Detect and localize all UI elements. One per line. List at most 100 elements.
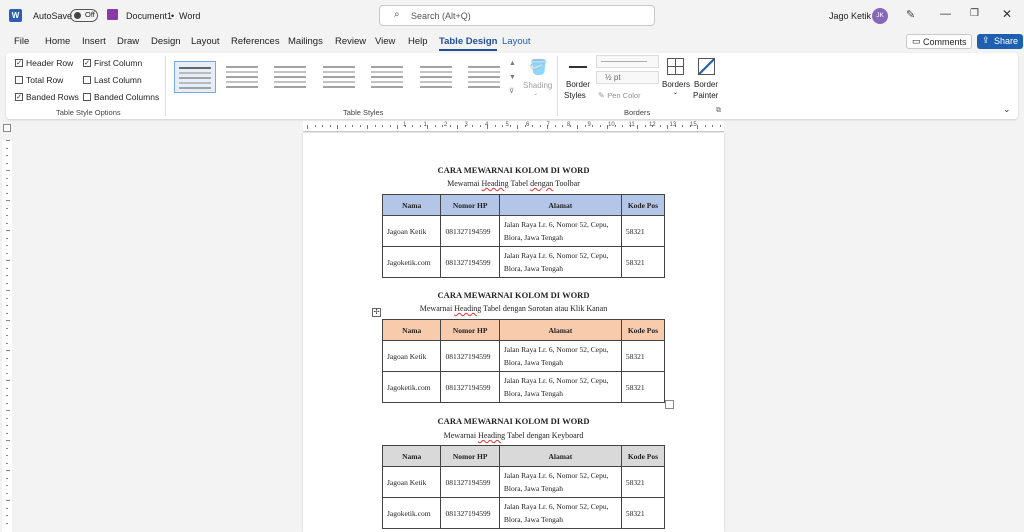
tab-help[interactable]: Help xyxy=(408,36,428,47)
ruler-tick xyxy=(637,125,638,129)
share-button[interactable]: ⇪ Share xyxy=(977,34,1023,49)
table-cell[interactable]: 58321 xyxy=(620,466,666,498)
table-cell[interactable]: Jalan Raya Lr. 6, Nomor 52, Cepu, Blora,… xyxy=(498,371,622,403)
table-cell[interactable]: Jagoan Ketik xyxy=(381,215,442,247)
data-table[interactable]: Nama Nomor HP Alamat Kode Pos Jagoan Ketik 08… xyxy=(381,445,666,529)
table-style-thumbnail[interactable] xyxy=(222,61,264,93)
vertical-ruler[interactable] xyxy=(2,140,12,532)
tab-view[interactable]: View xyxy=(375,36,395,47)
minimize-icon[interactable]: — xyxy=(940,8,951,20)
tab-mailings[interactable]: Mailings xyxy=(288,36,323,47)
document-page[interactable]: CARA MEWARNAI KOLOM DI WORD Mewarnai Hea… xyxy=(303,133,724,532)
pen-color-label: Pen Color xyxy=(607,91,641,100)
tab-table-layout[interactable]: Layout xyxy=(502,36,531,47)
first-column-checkbox[interactable]: ✓ First Column xyxy=(83,58,142,68)
table-header-cell[interactable]: Alamat xyxy=(498,194,622,216)
borders-button[interactable]: Borders ⌄ xyxy=(661,56,691,100)
table-style-thumbnail[interactable] xyxy=(367,61,409,93)
close-icon[interactable]: ✕ xyxy=(1002,7,1012,21)
search-input[interactable]: ⌕ Search (Alt+Q) xyxy=(379,5,655,26)
avatar[interactable]: JK xyxy=(872,8,888,24)
table-cell[interactable]: 081327194599 xyxy=(440,497,500,529)
tab-layout[interactable]: Layout xyxy=(191,36,220,47)
save-icon[interactable] xyxy=(107,9,118,20)
tab-references[interactable]: References xyxy=(231,36,280,47)
borders-group-label: Borders xyxy=(624,108,651,117)
dialog-launcher-icon[interactable]: ⧉ xyxy=(716,107,721,115)
tab-insert[interactable]: Insert xyxy=(82,36,106,47)
table-header-cell[interactable]: Nama xyxy=(381,445,442,467)
table-cell[interactable]: 081327194599 xyxy=(440,466,500,498)
pen-icon[interactable]: ✎ xyxy=(906,8,915,21)
table-cell[interactable]: Jagoketik.com xyxy=(381,246,442,278)
pen-color-button[interactable]: ✎ Pen Color xyxy=(598,90,641,102)
table-resize-handle[interactable] xyxy=(665,400,674,409)
table-cell[interactable]: Jagoketik.com xyxy=(381,497,442,529)
table-cell[interactable]: 081327194599 xyxy=(440,340,500,372)
table-style-thumbnail[interactable] xyxy=(464,61,506,93)
table-cell[interactable]: Jalan Raya Lr. 6, Nomor 52, Cepu, Blora,… xyxy=(498,466,622,498)
autosave-toggle[interactable]: Off xyxy=(70,9,98,24)
table-header-cell[interactable]: Nama xyxy=(381,194,442,216)
gallery-scroll-down-icon[interactable]: ▼ xyxy=(509,74,516,81)
data-table[interactable]: Nama Nomor HP Alamat Kode Pos Jagoan Ketik 08… xyxy=(381,194,666,278)
table-cell[interactable]: 58321 xyxy=(620,215,666,247)
line-style-select[interactable] xyxy=(596,55,659,68)
table-cell[interactable]: Jagoan Ketik xyxy=(381,340,442,372)
horizontal-ruler[interactable]: 1 1 2 3 4 5 6 7 8 9 10 11 12 13 15 xyxy=(303,121,724,132)
restore-icon[interactable]: ❐ xyxy=(970,8,979,19)
table-cell[interactable]: 081327194599 xyxy=(440,371,500,403)
table-cell[interactable]: 081327194599 xyxy=(440,246,500,278)
tab-home[interactable]: Home xyxy=(45,36,70,47)
pen-weight-select[interactable]: ½ pt xyxy=(596,71,659,84)
tab-review[interactable]: Review xyxy=(335,36,366,47)
document-name[interactable]: Document1 xyxy=(126,11,172,21)
tab-draw[interactable]: Draw xyxy=(117,36,139,47)
ruler-corner-icon[interactable] xyxy=(3,124,11,132)
table-cell[interactable]: Jalan Raya Lr. 6, Nomor 52, Cepu, Blora,… xyxy=(498,497,622,529)
table-cell[interactable]: 58321 xyxy=(620,371,666,403)
banded-rows-checkbox[interactable]: ✓ Banded Rows xyxy=(15,92,79,102)
border-painter-button[interactable]: Border Painter xyxy=(692,56,722,102)
table-header-cell[interactable]: Alamat xyxy=(498,319,622,341)
tab-table-design[interactable]: Table Design xyxy=(439,36,498,51)
table-cell[interactable]: Jalan Raya Lr. 6, Nomor 52, Cepu, Blora,… xyxy=(498,246,622,278)
table-cell[interactable]: Jagoan Ketik xyxy=(381,466,442,498)
table-style-thumbnail[interactable] xyxy=(319,61,361,93)
tab-file[interactable]: File xyxy=(14,36,29,47)
table-header-cell[interactable]: Nomor HP xyxy=(440,194,500,216)
user-name[interactable]: Jago Ketik xyxy=(829,11,871,21)
shading-button[interactable]: 🪣 Shading ⌄ xyxy=(522,56,552,100)
table-header-cell[interactable]: Kode Pos xyxy=(620,319,666,341)
header-row-checkbox[interactable]: ✓ Header Row xyxy=(15,58,73,68)
table-cell[interactable]: Jalan Raya Lr. 6, Nomor 52, Cepu, Blora,… xyxy=(498,215,622,247)
tab-design[interactable]: Design xyxy=(151,36,181,47)
comments-button[interactable]: ▭ Comments xyxy=(906,34,972,49)
table-cell[interactable]: 58321 xyxy=(620,497,666,529)
collapse-ribbon-icon[interactable]: ⌄ xyxy=(1003,104,1011,115)
table-cell[interactable]: Jagoketik.com xyxy=(381,371,442,403)
gallery-scroll-up-icon[interactable]: ▲ xyxy=(509,60,516,67)
gallery-more-icon[interactable]: ⊽ xyxy=(509,87,514,95)
table-header-cell[interactable]: Nomor HP xyxy=(440,445,500,467)
table-style-thumbnail[interactable] xyxy=(174,61,216,93)
table-move-handle-icon[interactable]: ✢ xyxy=(372,308,381,317)
table-cell[interactable]: 58321 xyxy=(620,340,666,372)
table-header-cell[interactable]: Kode Pos xyxy=(620,194,666,216)
total-row-checkbox[interactable]: Total Row xyxy=(15,75,63,85)
table-header-cell[interactable]: Alamat xyxy=(498,445,622,467)
border-styles-button[interactable]: Border Styles xyxy=(562,56,594,102)
table-header-cell[interactable]: Nomor HP xyxy=(440,319,500,341)
table-cell[interactable]: Jalan Raya Lr. 6, Nomor 52, Cepu, Blora,… xyxy=(498,340,622,372)
table-row: Jagoan Ketik 081327194599 Jalan Raya Lr. 6… xyxy=(381,466,666,498)
table-header-cell[interactable]: Kode Pos xyxy=(620,445,666,467)
table-cell[interactable]: 58321 xyxy=(620,246,666,278)
ruler-tick xyxy=(359,125,361,127)
last-column-checkbox[interactable]: Last Column xyxy=(83,75,142,85)
table-cell[interactable]: 081327194599 xyxy=(440,215,500,247)
table-header-cell[interactable]: Nama xyxy=(381,319,442,341)
data-table[interactable]: Nama Nomor HP Alamat Kode Pos Jagoan Ketik 08… xyxy=(381,319,666,403)
banded-columns-checkbox[interactable]: Banded Columns xyxy=(83,92,159,102)
table-style-thumbnail[interactable] xyxy=(270,61,312,93)
table-style-thumbnail[interactable] xyxy=(416,61,458,93)
